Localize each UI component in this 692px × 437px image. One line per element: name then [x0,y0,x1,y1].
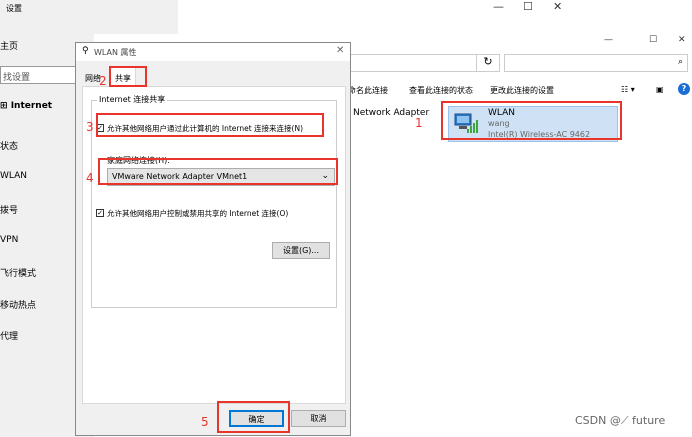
view-options-icon[interactable]: ☷ ▾ [621,85,635,94]
settings-titlebar: — ☐ ✕ [178,0,692,35]
settings-item-internet[interactable]: ⊞ Internet [0,101,52,111]
annotation-number-2: 2 [99,74,107,88]
help-icon[interactable]: ? [678,83,690,95]
rename-connection-command[interactable]: 命名此连接 [348,85,388,96]
settings-title: 设置 [6,4,22,13]
close-icon[interactable]: ✕ [553,0,562,13]
settings-item-wlan[interactable]: WLAN [0,171,27,181]
annotation-box-5 [217,401,290,433]
annotation-number-1: 1 [415,116,423,130]
network-icon: ⊞ [0,101,11,111]
address-bar[interactable]: ∨ [328,54,500,72]
explorer-minimize-icon[interactable]: — [604,35,613,45]
cancel-button[interactable]: 取消 [291,410,346,427]
settings-item-status[interactable]: 状态 [0,139,18,152]
annotation-number-5: 5 [201,415,209,429]
settings-item-home[interactable]: 主页 [0,39,18,52]
settings-item-dialup[interactable]: 拨号 [0,203,18,216]
search-input[interactable]: ⌕ [504,54,688,72]
explorer-maximize-icon[interactable]: ☐ [649,35,657,45]
annotation-box-3 [96,113,324,137]
annotation-box-4 [98,158,338,185]
ics-group-title: Internet 连接共享 [97,94,168,105]
maximize-icon[interactable]: ☐ [523,0,533,13]
allow-control-checkbox[interactable]: ✓ [96,209,104,217]
refresh-icon[interactable]: ↻ [476,54,500,72]
dialog-close-icon[interactable]: ✕ [336,45,344,56]
settings-item-airplane[interactable]: 飞行模式 [0,266,36,279]
wlan-properties-dialog: ⚲ WLAN 属性 ✕ 网络 共享 Internet 连接共享 ✓ 允许其他网络… [75,42,351,436]
minimize-icon[interactable]: — [493,0,504,13]
settings-item-hotspot[interactable]: 移动热点 [0,298,36,311]
dialog-title: WLAN 属性 [94,48,137,57]
settings-item-proxy[interactable]: 代理 [0,329,18,342]
annotation-box-2 [109,66,147,87]
annotation-box-1 [441,101,622,140]
settings-item-internet-label: Internet [10,101,53,111]
dialog-network-icon: ⚲ [82,46,89,56]
allow-control-label: 允许其他网络用户控制或禁用共享的 Internet 连接(O) [107,209,289,218]
annotation-number-3: 3 [86,120,94,134]
settings-item-vpn[interactable]: VPN [0,235,18,245]
preview-pane-icon[interactable]: ▣ [656,85,664,94]
settings-search-text: 找设置 [3,73,31,83]
settings-search-input[interactable]: 找设置 [0,66,80,84]
change-settings-command[interactable]: 更改此连接的设置 [490,85,554,96]
annotation-number-4: 4 [86,171,94,185]
sharing-settings-button[interactable]: 设置(G)... [272,242,330,259]
dialog-titlebar: ⚲ WLAN 属性 ✕ [76,43,350,61]
view-status-command[interactable]: 查看此连接的状态 [409,85,473,96]
search-icon: ⌕ [677,57,683,67]
watermark: CSDN @⟋ future [575,414,666,427]
explorer-close-icon[interactable]: ✕ [678,35,686,45]
